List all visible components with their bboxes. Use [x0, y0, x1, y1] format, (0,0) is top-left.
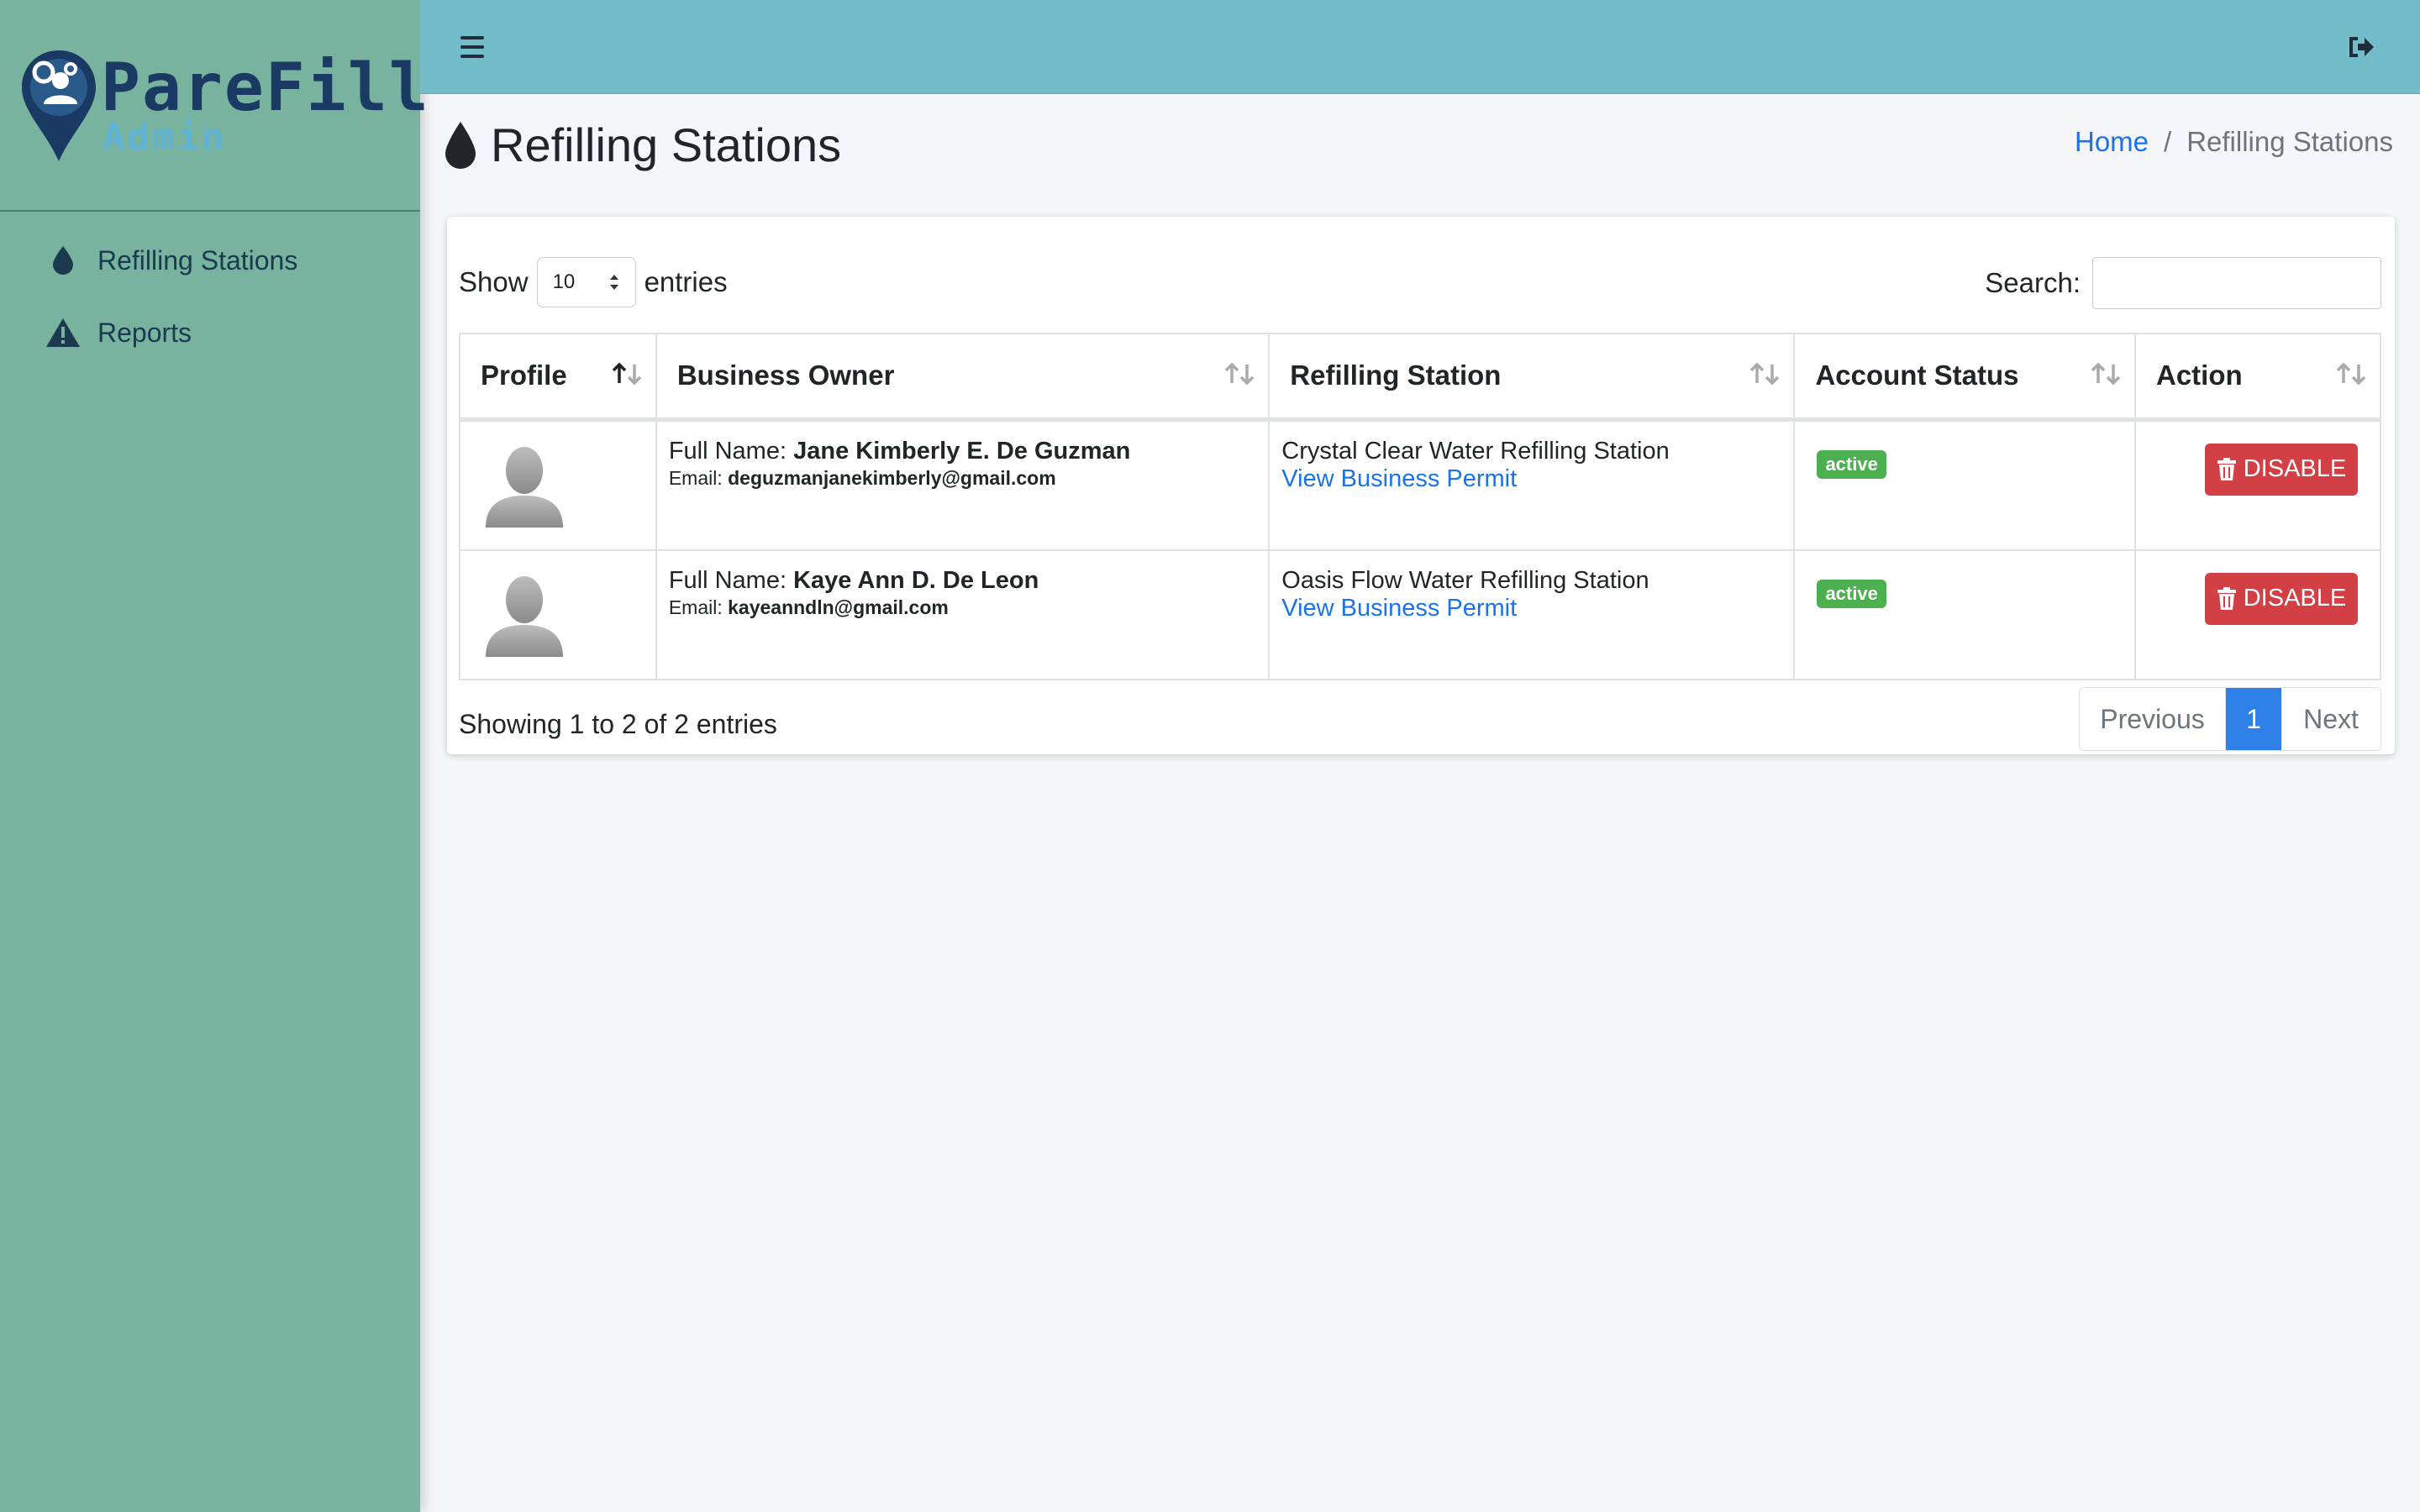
- business-owner-cell: Full Name: Jane Kimberly E. De Guzman Em…: [655, 418, 1270, 551]
- stations-card: Show 10 entries Search: Profile Business…: [447, 217, 2395, 754]
- entries-label: entries: [644, 266, 728, 297]
- droplet-icon: [445, 121, 476, 169]
- brand-subtitle: Admin: [103, 116, 227, 159]
- owner-full-name: Full Name: Jane Kimberly E. De Guzman: [668, 437, 1131, 465]
- action-cell: DISABLE: [2133, 549, 2382, 680]
- breadcrumb-separator: /: [2164, 126, 2172, 157]
- disable-button[interactable]: DISABLE: [2204, 443, 2358, 496]
- disable-button[interactable]: DISABLE: [2204, 572, 2358, 625]
- profile-cell: [459, 549, 657, 680]
- select-arrows-icon: [609, 275, 618, 290]
- column-header-profile[interactable]: Profile: [459, 333, 657, 422]
- entries-length-select[interactable]: 10: [536, 257, 636, 307]
- table-row: Full Name: Jane Kimberly E. De Guzman Em…: [459, 418, 2382, 551]
- pagination-page-1[interactable]: 1: [2226, 688, 2281, 750]
- sidebar-item-refilling-stations[interactable]: Refilling Stations: [42, 235, 297, 286]
- station-name: Oasis Flow Water Refilling Station: [1281, 566, 1649, 594]
- view-business-permit-link[interactable]: View Business Permit: [1281, 595, 1517, 622]
- page-header: Refilling Stations: [444, 118, 841, 172]
- sort-icon: [1750, 362, 1780, 386]
- sort-icon: [1225, 362, 1255, 386]
- business-owner-cell: Full Name: Kaye Ann D. De Leon Email: ka…: [655, 549, 1270, 680]
- table-info: Showing 1 to 2 of 2 entries: [459, 709, 777, 739]
- column-header-business-owner[interactable]: Business Owner: [655, 333, 1270, 422]
- status-badge: active: [1817, 579, 1886, 608]
- table-header-row: Profile Business Owner Refilling Station…: [459, 333, 2382, 422]
- entries-length-value: 10: [552, 270, 576, 293]
- pagination-previous-button[interactable]: Previous: [2080, 688, 2226, 750]
- pagination-next-button[interactable]: Next: [2281, 688, 2381, 750]
- sort-icon: [2091, 362, 2121, 386]
- search-control: Search:: [1985, 257, 2381, 309]
- column-header-action[interactable]: Action: [2133, 333, 2382, 422]
- hamburger-icon[interactable]: [454, 30, 491, 64]
- breadcrumb-current: Refilling Stations: [2186, 126, 2393, 157]
- trash-icon: [2217, 457, 2236, 480]
- view-business-permit-link[interactable]: View Business Permit: [1281, 465, 1517, 492]
- sort-asc-icon: [612, 362, 642, 386]
- column-header-refilling-station[interactable]: Refilling Station: [1268, 333, 1796, 422]
- pagination: Previous 1 Next: [2079, 687, 2381, 751]
- entries-length-control: Show 10 entries: [459, 257, 728, 307]
- sign-out-icon[interactable]: [2346, 30, 2383, 64]
- sort-icon: [2336, 362, 2366, 386]
- sidebar-item-label: Refilling Stations: [97, 244, 298, 276]
- sidebar: PareFill Admin Refilling Stations Report…: [0, 0, 429, 1512]
- droplet-icon: [42, 245, 84, 276]
- account-status-cell: active: [1793, 418, 2136, 551]
- brand-name: PareFill: [101, 50, 430, 126]
- breadcrumb-home-link[interactable]: Home: [2075, 126, 2149, 158]
- column-header-account-status[interactable]: Account Status: [1793, 333, 2136, 422]
- stations-table: Profile Business Owner Refilling Station…: [459, 333, 2382, 680]
- warning-icon: [42, 318, 84, 348]
- sidebar-item-label: Reports: [97, 317, 192, 348]
- status-badge: active: [1817, 449, 1886, 479]
- owner-email: Email: kayeanndln@gmail.com: [668, 596, 949, 618]
- search-input[interactable]: [2092, 257, 2381, 309]
- topbar: [420, 0, 2420, 94]
- action-cell: DISABLE: [2133, 418, 2382, 551]
- owner-full-name: Full Name: Kaye Ann D. De Leon: [668, 566, 1039, 594]
- page-title: Refilling Stations: [491, 118, 842, 171]
- breadcrumb: Home / Refilling Stations: [2075, 126, 2393, 158]
- refilling-station-cell: Oasis Flow Water Refilling Station View …: [1268, 549, 1796, 680]
- brand: PareFill Admin: [0, 0, 429, 212]
- trash-icon: [2217, 586, 2236, 610]
- account-status-cell: active: [1793, 549, 2136, 680]
- avatar-placeholder-icon: [486, 575, 563, 657]
- table-row: Full Name: Kaye Ann D. De Leon Email: ka…: [459, 549, 2382, 680]
- brand-logo-icon: [22, 50, 96, 161]
- owner-email: Email: deguzmanjanekimberly@gmail.com: [668, 466, 1056, 489]
- sidebar-item-reports[interactable]: Reports: [42, 307, 192, 358]
- search-label: Search:: [1985, 267, 2081, 298]
- avatar-placeholder-icon: [486, 446, 563, 528]
- refilling-station-cell: Crystal Clear Water Refilling Station Vi…: [1268, 418, 1796, 551]
- show-label: Show: [459, 266, 529, 297]
- station-name: Crystal Clear Water Refilling Station: [1281, 437, 1670, 465]
- profile-cell: [459, 418, 657, 551]
